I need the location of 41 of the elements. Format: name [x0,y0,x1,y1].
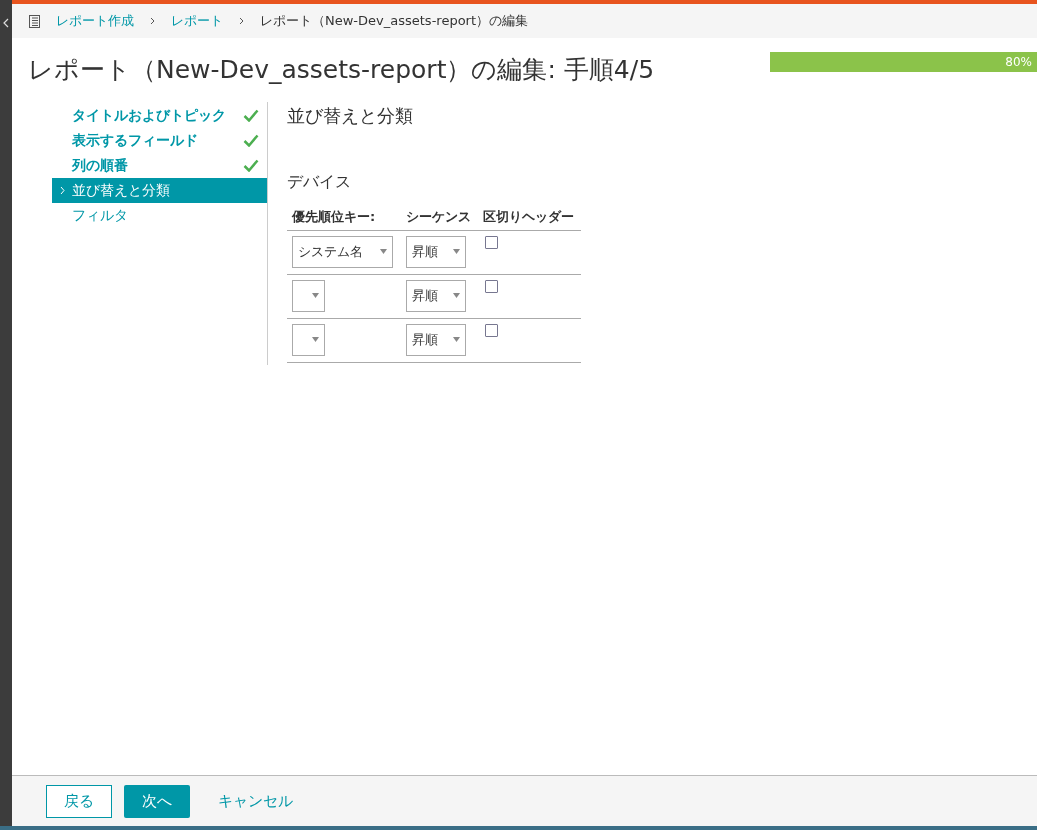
sequence-dropdown[interactable]: 昇順 [405,235,466,268]
column-header: 区切りヘッダー [477,204,581,230]
caret-icon [312,337,319,342]
chevron-right-icon [60,186,65,195]
step-item[interactable]: 列の順番 [52,153,267,178]
caret-icon [452,249,460,254]
chevron-left-icon[interactable] [3,18,9,28]
chevron-right-icon [239,17,244,25]
column-header: 優先順位キー: [287,204,401,230]
checkmark-icon [243,159,259,172]
key-dropdown[interactable]: システム名 [292,235,393,268]
checkbox[interactable] [484,279,498,293]
step-item[interactable]: 表示するフィールド [52,128,267,153]
step-item[interactable]: タイトルおよびトピック [52,103,267,128]
caret-icon [452,337,460,342]
checkmark-icon [243,109,259,122]
group-title: デバイス [287,171,352,193]
breadcrumb-link[interactable]: レポート作成 [56,11,134,31]
back-button[interactable]: 戻る [46,784,112,818]
next-button[interactable]: 次へ [124,784,190,818]
sequence-dropdown[interactable]: 昇順 [405,323,466,356]
caret-icon [312,293,319,298]
step-item[interactable]: フィルタ [52,203,267,228]
chevron-right-icon [150,17,155,25]
column-header: シーケンス [400,204,478,230]
step-item[interactable]: 並び替えと分類 [52,178,267,203]
key-dropdown[interactable] [292,279,325,312]
checkbox[interactable] [484,323,498,337]
cancel-button[interactable]: キャンセル [202,784,309,818]
checkbox[interactable] [484,235,498,249]
checkmark-icon [243,134,259,147]
sequence-dropdown[interactable]: 昇順 [405,279,466,312]
section-title: 並び替えと分類 [287,104,414,128]
breadcrumb-current: レポート（New-Dev_assets-report）の編集 [260,12,529,31]
key-dropdown[interactable] [292,323,325,356]
caret-icon [380,249,387,254]
page-title: レポート（New-Dev_assets-report）の編集: 手順4/5 [28,54,655,87]
caret-icon [452,293,460,298]
breadcrumb-link[interactable]: レポート [171,11,223,31]
document-icon [29,14,40,28]
progress-reading: 80% [1005,54,1032,71]
